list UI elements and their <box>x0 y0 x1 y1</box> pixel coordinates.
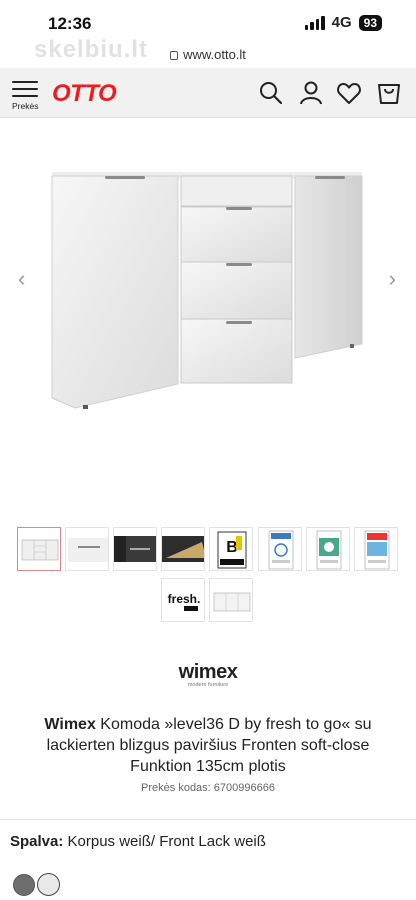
battery-icon: 93 <box>358 14 382 31</box>
signal-icon <box>304 15 325 30</box>
gallery-prev-button[interactable]: ‹ <box>18 266 25 292</box>
heart-icon[interactable] <box>335 79 363 107</box>
thumbnail[interactable]: B <box>209 527 253 571</box>
product-brand: Wimex <box>44 716 96 733</box>
thumbnail[interactable] <box>306 527 350 571</box>
color-swatch-grey[interactable] <box>13 874 35 896</box>
thumbnail[interactable] <box>161 527 205 571</box>
color-swatch-white[interactable] <box>37 873 60 896</box>
thumbnail[interactable] <box>65 527 109 571</box>
url-bar[interactable]: www.otto.lt <box>0 47 416 67</box>
status-time: 12:36 <box>48 14 92 33</box>
thumbnail[interactable]: fresh. <box>161 578 205 622</box>
gallery-next-button[interactable]: › <box>389 266 396 292</box>
otto-logo[interactable]: OTTO <box>52 80 117 108</box>
cart-icon[interactable] <box>375 79 403 107</box>
thumbnail[interactable] <box>209 578 253 622</box>
menu-label[interactable]: Prekės <box>12 101 38 111</box>
thumbnail[interactable] <box>354 527 398 571</box>
product-code: Prekės kodas: 6700996666 <box>141 782 275 794</box>
product-image[interactable] <box>0 118 416 518</box>
search-icon[interactable] <box>257 79 285 107</box>
thumbnail[interactable] <box>17 527 61 571</box>
divider <box>0 819 416 820</box>
network-type: 4G <box>331 14 352 31</box>
color-label: Spalva: <box>10 833 64 850</box>
brand-name: wimex <box>178 661 238 683</box>
brand-logo[interactable]: wimex modern furniture <box>0 661 416 688</box>
color-selection: Spalva: Korpus weiß/ Front Lack weiß <box>10 833 266 850</box>
product-title: Wimex Komoda »level36 D by fresh to go« … <box>20 714 396 777</box>
url-text: www.otto.lt <box>183 47 246 62</box>
site-header: Prekės OTTO <box>0 68 416 118</box>
color-value: Korpus weiß/ Front Lack weiß <box>63 833 266 850</box>
user-icon[interactable] <box>297 79 325 107</box>
product-gallery[interactable]: ‹ › <box>0 118 416 518</box>
product-name: Komoda »level36 D by fresh to go« su lac… <box>46 716 372 775</box>
menu-icon[interactable] <box>12 81 38 102</box>
status-indicators: 4G 93 <box>304 14 382 31</box>
svg-text:fresh.: fresh. <box>168 592 201 606</box>
lock-icon <box>170 51 179 60</box>
brand-tagline: modern furniture <box>187 682 229 688</box>
thumbnail[interactable] <box>113 527 157 571</box>
thumbnail[interactable] <box>258 527 302 571</box>
